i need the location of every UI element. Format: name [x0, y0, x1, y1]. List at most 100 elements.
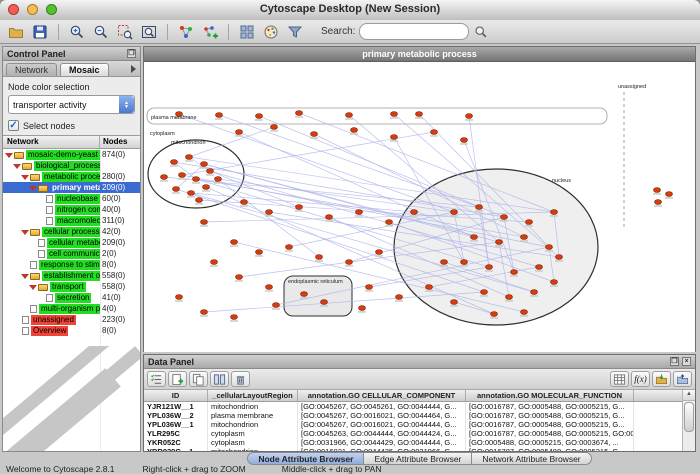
delete-attribute-button[interactable] — [231, 371, 250, 387]
tree-item-transport[interactable]: transport558(0) — [3, 281, 140, 292]
column-header-molecular-function[interactable]: annotation.GO MOLECULAR_FUNCTION — [466, 390, 634, 401]
save-session-button[interactable] — [29, 22, 51, 42]
gene-node[interactable] — [536, 265, 543, 270]
tree-item-cellular-process[interactable]: cellular process42(0) — [3, 226, 140, 237]
gene-node[interactable] — [501, 215, 508, 220]
gene-node[interactable] — [346, 113, 353, 118]
zoom-selected-region-button[interactable] — [114, 22, 136, 42]
vizmapper-button[interactable] — [260, 22, 282, 42]
gene-node[interactable] — [296, 111, 303, 116]
gene-node[interactable] — [241, 200, 248, 205]
expand-toggle-icon[interactable] — [13, 162, 21, 170]
gene-node[interactable] — [466, 114, 473, 119]
gene-node[interactable] — [531, 290, 538, 295]
gene-node[interactable] — [201, 162, 208, 167]
gene-node[interactable] — [386, 220, 393, 225]
tree-item-mosaic-demo-yeast[interactable]: mosaic-demo-yeast874(0) — [3, 149, 140, 160]
gene-node[interactable] — [416, 112, 423, 117]
tree-item-secretion[interactable]: secretion41(0) — [3, 292, 140, 303]
select-nodes-checkbox[interactable]: ✓ — [8, 120, 19, 131]
gene-node[interactable] — [161, 175, 168, 180]
gene-node[interactable] — [551, 280, 558, 285]
filter-button[interactable] — [284, 22, 306, 42]
zoom-out-button[interactable] — [90, 22, 112, 42]
expand-toggle-icon[interactable] — [29, 184, 37, 192]
tree-item-overview[interactable]: Overview8(0) — [3, 325, 140, 336]
gene-node[interactable] — [521, 310, 528, 315]
gene-node[interactable] — [451, 300, 458, 305]
gene-node[interactable] — [431, 130, 438, 135]
gene-node[interactable] — [266, 285, 273, 290]
create-attribute-button[interactable] — [168, 371, 187, 387]
gene-node[interactable] — [476, 205, 483, 210]
gene-node[interactable] — [321, 300, 328, 305]
copy-attribute-button[interactable] — [189, 371, 208, 387]
gene-node[interactable] — [496, 240, 503, 245]
gene-node[interactable] — [316, 255, 323, 260]
open-session-button[interactable] — [5, 22, 27, 42]
grid-view-button[interactable] — [236, 22, 258, 42]
tree-column-nodes[interactable]: Nodes — [100, 136, 140, 148]
gene-node[interactable] — [179, 173, 186, 178]
expand-toggle-icon[interactable] — [21, 272, 29, 280]
tab-mosaic[interactable]: Mosaic — [60, 63, 109, 76]
gene-node[interactable] — [286, 245, 293, 250]
gene-node[interactable] — [461, 138, 468, 143]
table-row[interactable]: YKR052Ccytoplasm[GO:0031966, GO:0044429,… — [144, 438, 695, 447]
matrix-button[interactable] — [610, 371, 629, 387]
gene-node[interactable] — [655, 200, 662, 205]
gene-node[interactable] — [359, 306, 366, 311]
gene-node[interactable] — [188, 191, 195, 196]
gene-node[interactable] — [411, 210, 418, 215]
gene-node[interactable] — [441, 260, 448, 265]
gene-node[interactable] — [201, 310, 208, 315]
column-header-cellular-component[interactable]: annotation.GO CELLULAR_COMPONENT — [298, 390, 466, 401]
tree-item-unassigned[interactable]: unassigned223(0) — [3, 314, 140, 325]
gene-node[interactable] — [376, 250, 383, 255]
tree-item-biological-process[interactable]: biological_process — [3, 160, 140, 171]
table-row[interactable]: YLR295Ccytoplasm[GO:0045263, GO:0044444,… — [144, 429, 695, 438]
tree-item-macromolecule[interactable]: macromolecule311(0) — [3, 215, 140, 226]
gene-node[interactable] — [266, 210, 273, 215]
gene-node[interactable] — [426, 285, 433, 290]
network-canvas[interactable]: plasma membranecytoplasmmitochondrionnuc… — [144, 62, 695, 352]
gene-node[interactable] — [451, 210, 458, 215]
gene-node[interactable] — [301, 292, 308, 297]
gene-node[interactable] — [471, 235, 478, 240]
formula-builder-button[interactable]: f(x) — [631, 371, 650, 387]
gene-node[interactable] — [256, 250, 263, 255]
tab-scroll-right-button[interactable] — [131, 65, 136, 73]
expand-toggle-icon[interactable] — [29, 283, 37, 291]
gene-node[interactable] — [201, 220, 208, 225]
gene-node[interactable] — [506, 295, 513, 300]
expand-toggle-icon[interactable] — [21, 173, 29, 181]
tree-item-response-to-stimu[interactable]: response to stimu8(0) — [3, 259, 140, 270]
tree-item-establishment-of-lo[interactable]: establishment of lo558(0) — [3, 270, 140, 281]
gene-node[interactable] — [231, 315, 238, 320]
gene-node[interactable] — [193, 177, 200, 182]
gene-node[interactable] — [211, 260, 218, 265]
gene-node[interactable] — [546, 245, 553, 250]
zoom-in-button[interactable] — [66, 22, 88, 42]
scrollbar-thumb[interactable] — [684, 402, 694, 432]
gene-node[interactable] — [311, 132, 318, 137]
data-panel-float-button[interactable]: ❐ — [670, 357, 679, 366]
import-attributes-button[interactable] — [652, 371, 671, 387]
window-titlebar[interactable]: Cytoscape Desktop (New Session) — [0, 0, 700, 21]
new-network-from-selection-button[interactable] — [199, 22, 221, 42]
tab-network[interactable]: Network — [6, 63, 57, 76]
gene-node[interactable] — [521, 235, 528, 240]
table-scrollbar[interactable]: ▲ — [682, 390, 695, 451]
column-header-id[interactable]: ID — [144, 390, 208, 401]
tree-item-primary-metab[interactable]: primary metab209(0) — [3, 182, 140, 193]
expand-toggle-icon[interactable] — [5, 151, 13, 159]
gene-node[interactable] — [231, 240, 238, 245]
expand-toggle-icon[interactable] — [21, 228, 29, 236]
gene-node[interactable] — [491, 312, 498, 317]
attribute-list-button[interactable] — [210, 371, 229, 387]
gene-node[interactable] — [556, 255, 563, 260]
gene-node[interactable] — [351, 128, 358, 133]
network-graph-button[interactable] — [175, 22, 197, 42]
gene-node[interactable] — [186, 155, 193, 160]
gene-node[interactable] — [486, 265, 493, 270]
